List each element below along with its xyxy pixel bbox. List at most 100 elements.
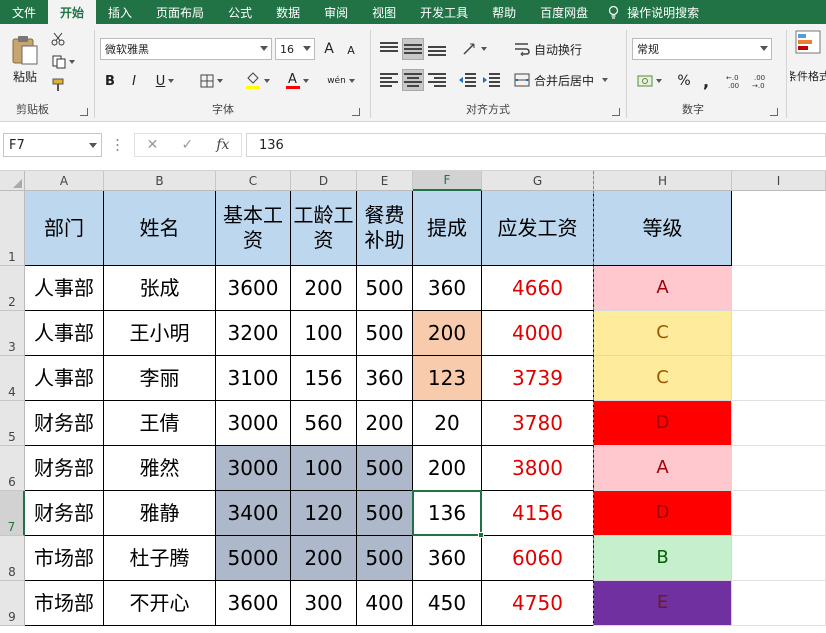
number-dialog-launcher[interactable] — [770, 108, 778, 116]
tab-home[interactable]: 开始 — [48, 0, 97, 24]
column-header-a[interactable]: A — [25, 171, 104, 191]
clipboard-dialog-launcher[interactable] — [80, 108, 88, 116]
data-cell-g4[interactable]: 3739 — [482, 356, 594, 401]
data-cell-f5[interactable]: 20 — [413, 401, 482, 446]
header-cell-a[interactable]: 部门 — [25, 191, 104, 266]
tab-developer[interactable]: 开发工具 — [408, 0, 480, 24]
header-cell-h[interactable]: 等级 — [594, 191, 732, 266]
header-cell-c[interactable]: 基本工资 — [216, 191, 291, 266]
data-cell-g7[interactable]: 4156 — [482, 491, 594, 536]
column-header-f[interactable]: F — [413, 171, 482, 191]
data-cell-b2[interactable]: 张成 — [104, 266, 216, 311]
format-painter-button[interactable] — [48, 76, 68, 94]
data-cell-b3[interactable]: 王小明 — [104, 311, 216, 356]
data-cell-e9[interactable]: 400 — [357, 581, 413, 626]
phonetic-button[interactable]: wén — [324, 70, 358, 92]
data-cell-a8[interactable]: 市场部 — [25, 536, 104, 581]
tab-help[interactable]: 帮助 — [480, 0, 528, 24]
data-cell-g9[interactable]: 4750 — [482, 581, 594, 626]
tab-baidu-netdisk[interactable]: 百度网盘 — [528, 0, 600, 24]
align-right-button[interactable] — [426, 69, 448, 91]
data-cell-d7[interactable]: 120 — [291, 491, 357, 536]
data-cell-d9[interactable]: 300 — [291, 581, 357, 626]
data-cell-b4[interactable]: 李丽 — [104, 356, 216, 401]
data-cell-a7[interactable]: 财务部 — [25, 491, 104, 536]
name-box[interactable]: F7 — [3, 133, 102, 157]
select-all-corner[interactable] — [0, 171, 25, 191]
data-cell-b7[interactable]: 雅静 — [104, 491, 216, 536]
fill-color-button[interactable] — [240, 70, 274, 92]
cancel-icon[interactable]: ✕ — [147, 137, 159, 153]
data-cell-f3[interactable]: 200 — [413, 311, 482, 356]
data-cell-b8[interactable]: 杜子腾 — [104, 536, 216, 581]
tab-data[interactable]: 数据 — [264, 0, 312, 24]
empty-cell[interactable] — [732, 266, 826, 311]
data-cell-h8[interactable]: B — [594, 536, 732, 581]
data-cell-a5[interactable]: 财务部 — [25, 401, 104, 446]
alignment-dialog-launcher[interactable] — [612, 108, 620, 116]
data-cell-c8[interactable]: 5000 — [216, 536, 291, 581]
column-header-i[interactable]: I — [732, 171, 826, 191]
data-cell-h7[interactable]: D — [594, 491, 732, 536]
data-cell-d8[interactable]: 200 — [291, 536, 357, 581]
data-cell-e4[interactable]: 360 — [357, 356, 413, 401]
tell-me-search[interactable]: 操作说明搜索 — [600, 0, 711, 24]
row-header-8[interactable]: 8 — [0, 536, 25, 581]
data-cell-g3[interactable]: 4000 — [482, 311, 594, 356]
data-cell-d4[interactable]: 156 — [291, 356, 357, 401]
row-header-1[interactable]: 1 — [0, 191, 25, 266]
data-cell-d2[interactable]: 200 — [291, 266, 357, 311]
column-header-g[interactable]: G — [482, 171, 594, 191]
data-cell-b9[interactable]: 不开心 — [104, 581, 216, 626]
increase-font-size-button[interactable]: A — [320, 39, 338, 59]
data-cell-h9[interactable]: E — [594, 581, 732, 626]
data-cell-e3[interactable]: 500 — [357, 311, 413, 356]
data-cell-g5[interactable]: 3780 — [482, 401, 594, 446]
column-header-h[interactable]: H — [594, 171, 732, 191]
row-header-3[interactable]: 3 — [0, 311, 25, 356]
font-size-combo[interactable]: 16 — [275, 38, 315, 60]
tab-insert[interactable]: 插入 — [96, 0, 144, 24]
data-cell-h3[interactable]: C — [594, 311, 732, 356]
column-header-c[interactable]: C — [216, 171, 291, 191]
data-cell-d3[interactable]: 100 — [291, 311, 357, 356]
font-dialog-launcher[interactable] — [352, 108, 360, 116]
align-bottom-button[interactable] — [426, 38, 448, 60]
empty-cell[interactable] — [732, 311, 826, 356]
data-cell-c4[interactable]: 3100 — [216, 356, 291, 401]
data-cell-f8[interactable]: 360 — [413, 536, 482, 581]
data-cell-a3[interactable]: 人事部 — [25, 311, 104, 356]
empty-cell[interactable] — [732, 356, 826, 401]
data-cell-c7[interactable]: 3400 — [216, 491, 291, 536]
data-cell-f4[interactable]: 123 — [413, 356, 482, 401]
data-cell-c6[interactable]: 3000 — [216, 446, 291, 491]
row-header-7[interactable]: 7 — [0, 491, 25, 536]
align-middle-button[interactable] — [402, 38, 424, 60]
data-cell-h5[interactable]: D — [594, 401, 732, 446]
data-cell-f2[interactable]: 360 — [413, 266, 482, 311]
insert-function-icon[interactable]: fx — [216, 137, 229, 153]
empty-cell[interactable] — [732, 536, 826, 581]
tab-review[interactable]: 审阅 — [312, 0, 360, 24]
data-cell-f9[interactable]: 450 — [413, 581, 482, 626]
merge-center-button[interactable]: 合并后居中 — [514, 69, 614, 91]
column-header-e[interactable]: E — [357, 171, 413, 191]
data-cell-a6[interactable]: 财务部 — [25, 446, 104, 491]
header-cell-g[interactable]: 应发工资 — [482, 191, 594, 266]
tab-formulas[interactable]: 公式 — [216, 0, 264, 24]
data-cell-e6[interactable]: 500 — [357, 446, 413, 491]
increase-indent-button[interactable] — [480, 69, 502, 91]
wrap-text-button[interactable]: 自动换行 — [514, 38, 594, 60]
data-cell-e8[interactable]: 500 — [357, 536, 413, 581]
tab-file[interactable]: 文件 — [0, 0, 48, 24]
row-header-9[interactable]: 9 — [0, 581, 25, 626]
bold-button[interactable]: B — [100, 70, 120, 92]
tab-page-layout[interactable]: 页面布局 — [144, 0, 216, 24]
data-cell-g8[interactable]: 6060 — [482, 536, 594, 581]
data-cell-d5[interactable]: 560 — [291, 401, 357, 446]
empty-cell[interactable] — [732, 581, 826, 626]
data-cell-e5[interactable]: 200 — [357, 401, 413, 446]
data-cell-a9[interactable]: 市场部 — [25, 581, 104, 626]
data-cell-h4[interactable]: C — [594, 356, 732, 401]
data-cell-e7[interactable]: 500 — [357, 491, 413, 536]
